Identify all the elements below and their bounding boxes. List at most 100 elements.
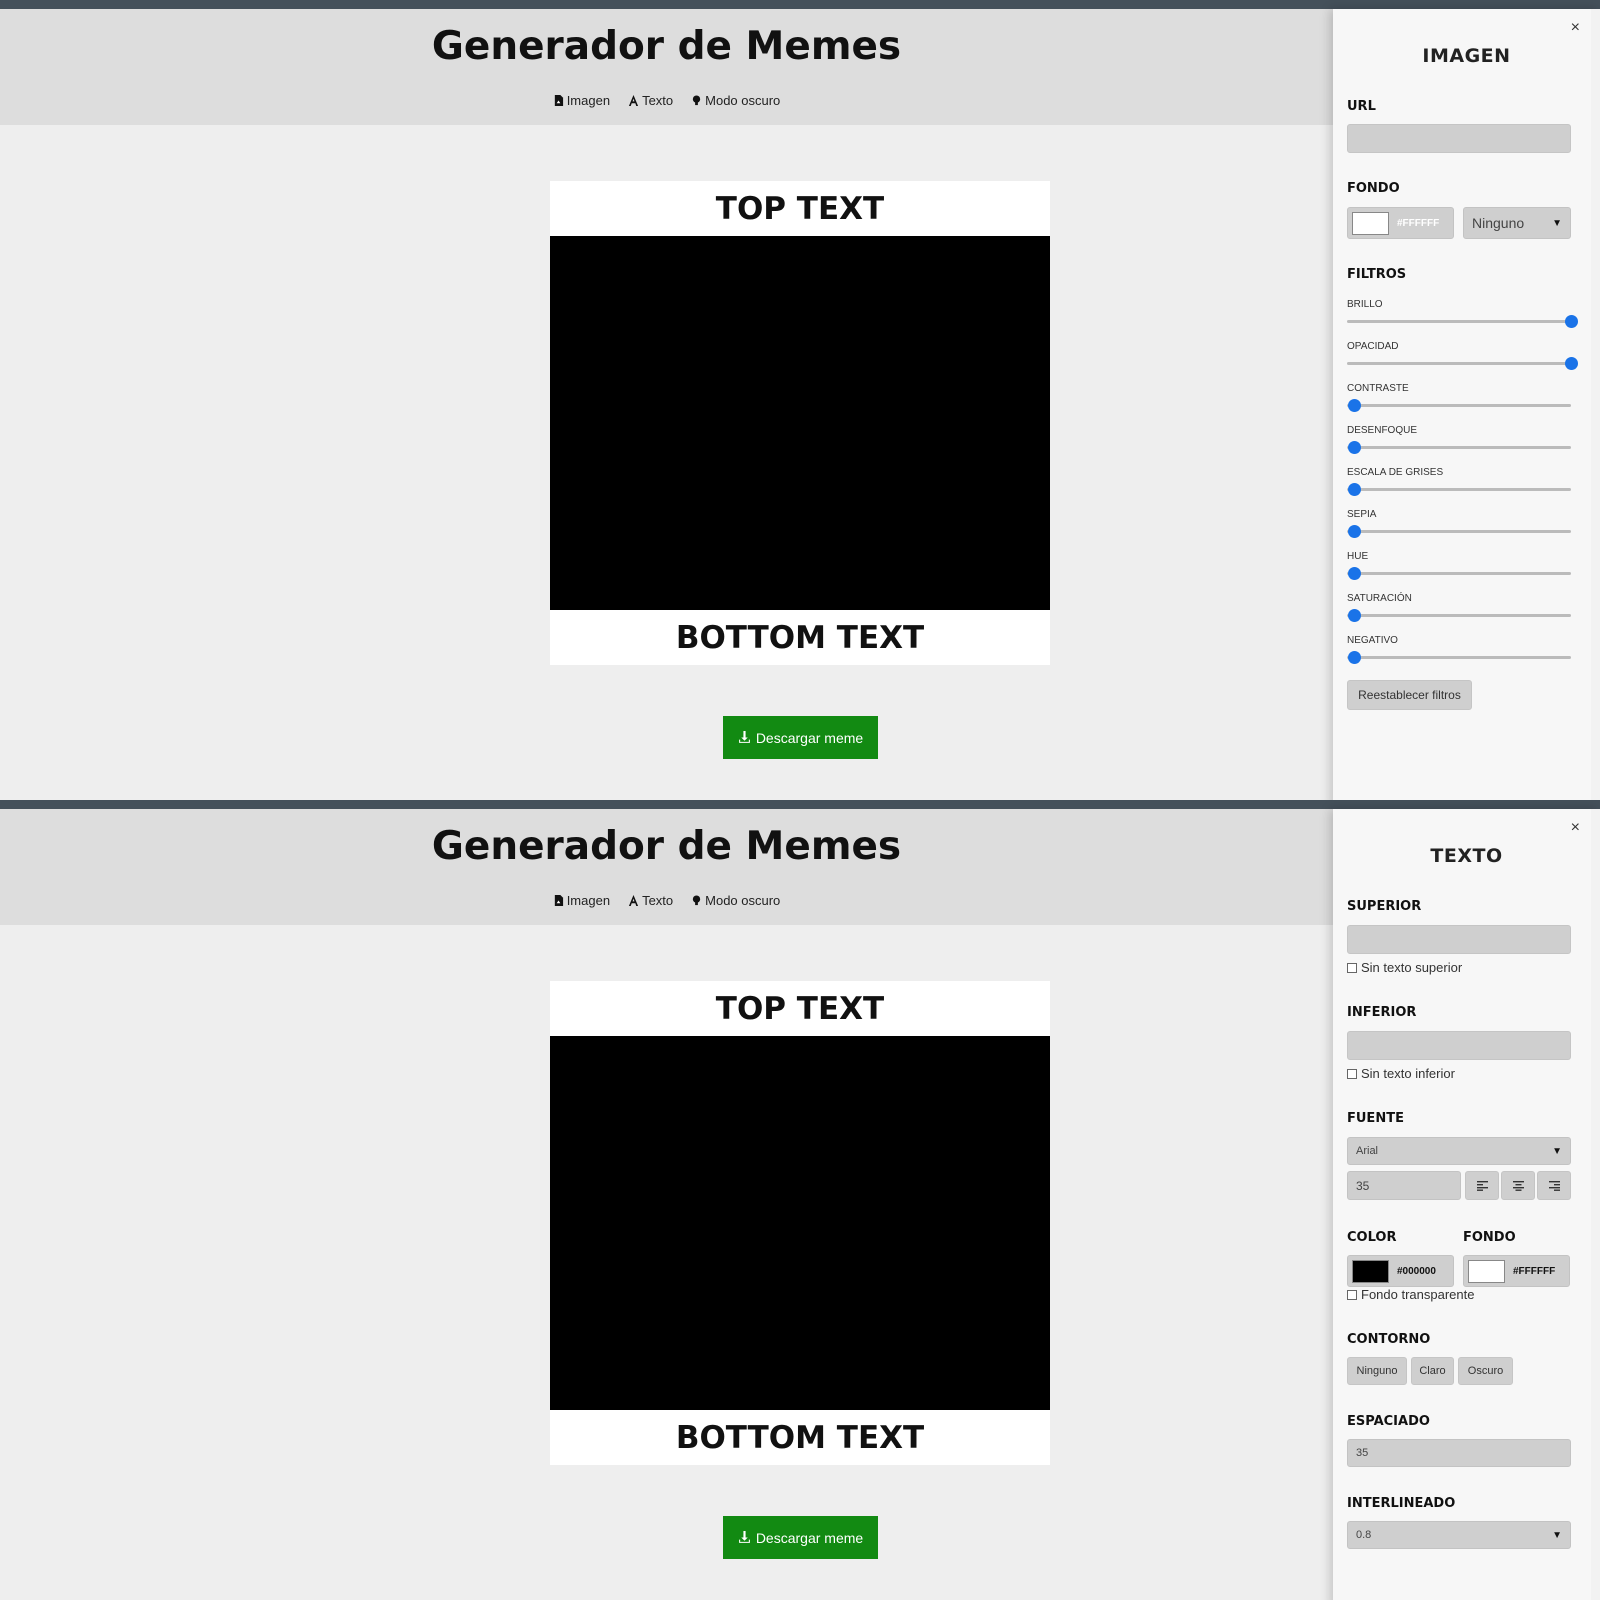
outline-dark-button[interactable]: Oscuro: [1458, 1357, 1513, 1385]
text-bg-color-picker[interactable]: #FFFFFF: [1463, 1255, 1570, 1287]
align-right-button[interactable]: [1537, 1171, 1571, 1200]
slider-thumb[interactable]: [1347, 483, 1361, 496]
nav-item-texto[interactable]: Texto: [628, 93, 673, 108]
no-bottom-text-checkbox[interactable]: Sin texto inferior: [1347, 1066, 1455, 1081]
checkbox-box[interactable]: [1347, 1068, 1357, 1079]
meme-image: [550, 236, 1050, 610]
close-icon[interactable]: ×: [1571, 19, 1580, 37]
reset-filters-button[interactable]: Reestablecer filtros: [1347, 680, 1472, 710]
opacity-slider[interactable]: [1347, 357, 1578, 370]
filter-label: OPACIDAD: [1347, 341, 1399, 352]
nav-item-modo-oscuro[interactable]: Modo oscuro: [691, 93, 780, 108]
outline-none-button[interactable]: Ninguno: [1347, 1357, 1407, 1385]
filters-label: FILTROS: [1347, 267, 1407, 282]
text-color-label: COLOR: [1347, 1230, 1397, 1245]
align-center-button[interactable]: [1501, 1171, 1535, 1200]
page-header: Generador de Memes Imagen Texto Modo osc…: [0, 9, 1333, 125]
checkbox-label: Fondo transparente: [1361, 1287, 1475, 1302]
page-title: Generador de Memes: [431, 24, 902, 69]
grayscale-slider[interactable]: [1347, 483, 1571, 496]
slider-thumb[interactable]: [1565, 315, 1578, 328]
filter-negativo: NEGATIVO: [1347, 635, 1571, 664]
top-text-input[interactable]: [1347, 925, 1571, 954]
top-text-label: SUPERIOR: [1347, 899, 1422, 914]
spacing-input[interactable]: 35: [1347, 1439, 1571, 1467]
line-height-select[interactable]: 0.8 ▼: [1347, 1521, 1571, 1549]
browser-chrome: [0, 800, 1600, 809]
slider-thumb[interactable]: [1347, 609, 1361, 622]
align-center-icon: [1512, 1181, 1524, 1191]
download-label: Descargar meme: [755, 1529, 864, 1546]
chevron-down-icon: ▼: [1552, 1145, 1562, 1157]
meme-bottom-text: BOTTOM TEXT: [675, 619, 925, 656]
font-family-select[interactable]: Arial ▼: [1347, 1137, 1571, 1165]
page-header: Generador de Memes Imagen Texto Modo osc…: [0, 809, 1333, 925]
filter-label: DESENFOQUE: [1347, 425, 1418, 436]
slider-thumb[interactable]: [1347, 567, 1361, 580]
filter-label: BRILLO: [1347, 299, 1383, 310]
image-panel: × IMAGEN URL FONDO #FFFFFF Ninguno ▼ FIL…: [1333, 9, 1600, 800]
sepia-slider[interactable]: [1347, 525, 1571, 538]
outline-light-button[interactable]: Claro: [1411, 1357, 1454, 1385]
filter-brillo: BRILLO: [1347, 299, 1578, 328]
download-meme-button[interactable]: Descargar meme: [723, 1516, 878, 1559]
slider-thumb[interactable]: [1347, 525, 1361, 538]
checkbox-box[interactable]: [1347, 962, 1357, 973]
nav-item-imagen[interactable]: Imagen: [553, 893, 610, 908]
text-color-value: #000000: [1397, 1265, 1436, 1277]
checkbox-box[interactable]: [1347, 1289, 1357, 1300]
nav-item-modo-oscuro[interactable]: Modo oscuro: [691, 893, 780, 908]
screenshot-text-panel: Generador de Memes Imagen Texto Modo osc…: [0, 800, 1600, 1600]
filter-label: SEPIA: [1347, 509, 1377, 520]
main-nav: Imagen Texto Modo oscuro: [0, 893, 1333, 908]
panel-scrollbar[interactable]: [1591, 809, 1600, 1600]
font-size-value: 35: [1356, 1178, 1370, 1193]
align-left-button[interactable]: [1465, 1171, 1499, 1200]
download-meme-button[interactable]: Descargar meme: [723, 716, 878, 759]
text-color-picker[interactable]: #000000: [1347, 1255, 1454, 1287]
panel-scrollbar[interactable]: [1591, 9, 1600, 800]
close-icon[interactable]: ×: [1571, 819, 1580, 837]
blur-slider[interactable]: [1347, 441, 1571, 454]
transparent-bg-checkbox[interactable]: Fondo transparente: [1347, 1287, 1474, 1302]
filter-label: CONTRASTE: [1347, 383, 1409, 394]
blend-mode-select[interactable]: Ninguno ▼: [1463, 207, 1571, 239]
chevron-down-icon: ▼: [1552, 1529, 1562, 1541]
font-size-input[interactable]: 35: [1347, 1171, 1461, 1200]
slider-thumb[interactable]: [1565, 357, 1578, 370]
nav-item-imagen[interactable]: Imagen: [553, 93, 610, 108]
brightness-slider[interactable]: [1347, 315, 1578, 328]
negative-slider[interactable]: [1347, 651, 1571, 664]
slider-thumb[interactable]: [1347, 399, 1361, 412]
meme-top-text: TOP TEXT: [715, 190, 885, 227]
slider-thumb[interactable]: [1347, 651, 1361, 664]
download-icon: [738, 1531, 750, 1543]
font-family-value: Arial: [1356, 1145, 1379, 1157]
url-input[interactable]: [1347, 124, 1571, 153]
image-file-icon: [554, 895, 563, 906]
background-color-picker[interactable]: #FFFFFF: [1347, 207, 1454, 239]
filter-label: HUE: [1347, 551, 1369, 562]
slider-thumb[interactable]: [1347, 441, 1361, 454]
color-swatch: [1352, 1259, 1389, 1283]
nav-item-label: Imagen: [566, 893, 611, 908]
no-top-text-checkbox[interactable]: Sin texto superior: [1347, 960, 1462, 975]
line-height-value: 0.8: [1356, 1529, 1372, 1541]
outline-label: CONTORNO: [1347, 1332, 1431, 1347]
hue-slider[interactable]: [1347, 567, 1571, 580]
spacing-label: ESPACIADO: [1347, 1414, 1430, 1429]
meme-top-text: TOP TEXT: [715, 990, 885, 1027]
contrast-slider[interactable]: [1347, 399, 1571, 412]
checkbox-label: Sin texto superior: [1361, 960, 1463, 975]
text-bg-label: FONDO: [1463, 1230, 1516, 1245]
saturation-slider[interactable]: [1347, 609, 1571, 622]
lightbulb-icon: [692, 895, 701, 906]
align-right-icon: [1548, 1181, 1560, 1191]
lightbulb-icon: [692, 95, 701, 106]
meme-image: [550, 1036, 1050, 1410]
text-panel: × TEXTO SUPERIOR Sin texto superior INFE…: [1333, 809, 1600, 1600]
nav-item-texto[interactable]: Texto: [628, 893, 673, 908]
filter-label: ESCALA DE GRISES: [1347, 467, 1444, 478]
bottom-text-input[interactable]: [1347, 1031, 1571, 1060]
filter-opacidad: OPACIDAD: [1347, 341, 1578, 370]
